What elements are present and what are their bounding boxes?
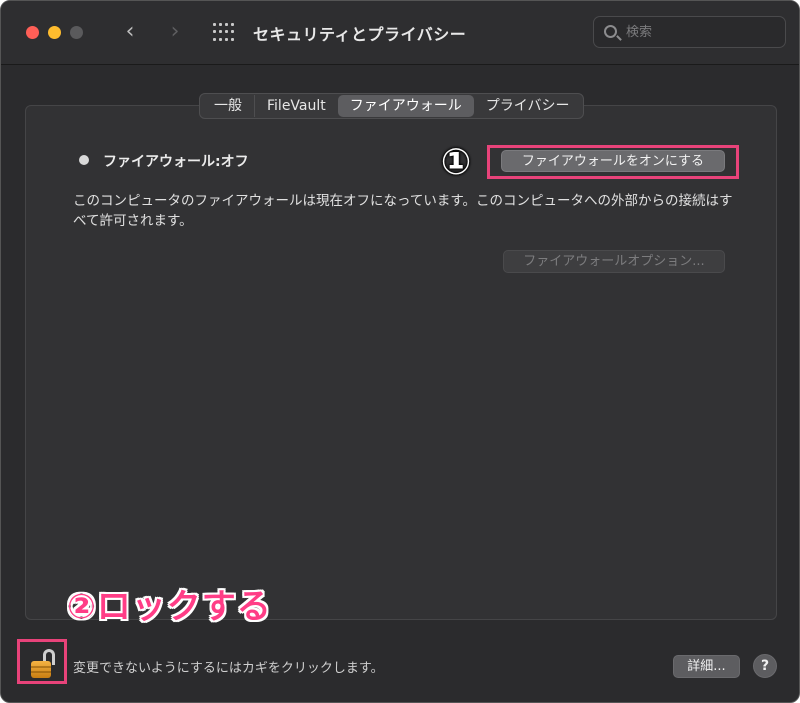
firewall-status-label: ファイアウォール:オフ: [103, 154, 249, 170]
tab-privacy[interactable]: プライバシー: [474, 95, 582, 117]
titlebar: ‹ › セキュリティとプライバシー: [1, 1, 799, 65]
zoom-window-button[interactable]: [70, 26, 83, 39]
unlocked-padlock-icon[interactable]: [31, 649, 55, 679]
firewall-panel: [25, 105, 777, 620]
annotation-step-1: ①: [440, 142, 472, 183]
annotation-step-2: ②ロックする: [67, 587, 272, 627]
help-button[interactable]: ?: [753, 654, 777, 678]
minimize-window-button[interactable]: [48, 26, 61, 39]
search-icon: [604, 25, 617, 38]
firewall-description: このコンピュータのファイアウォールは現在オフになっています。このコンピュータへの…: [73, 193, 733, 229]
firewall-options-button[interactable]: ファイアウォールオプション...: [503, 250, 725, 273]
show-all-grid-icon[interactable]: [213, 23, 234, 43]
search-box[interactable]: [593, 16, 786, 48]
chevron-left-icon[interactable]: ‹: [119, 19, 141, 45]
chevron-right-icon[interactable]: ›: [164, 19, 186, 45]
turn-on-firewall-button[interactable]: ファイアウォールをオンにする: [501, 150, 725, 172]
close-window-button[interactable]: [26, 26, 39, 39]
tab-bar: 一般 FileVault ファイアウォール プライバシー: [199, 93, 585, 119]
firewall-status-indicator: [79, 155, 89, 165]
tab-firewall[interactable]: ファイアウォール: [337, 95, 474, 117]
search-input[interactable]: [626, 22, 776, 42]
tab-filevault[interactable]: FileVault: [255, 95, 338, 117]
details-button[interactable]: 詳細...: [673, 655, 740, 678]
tab-general[interactable]: 一般: [202, 95, 255, 117]
lock-hint-text: 変更できないようにするにはカギをクリックします。: [73, 661, 384, 676]
window-title: セキュリティとプライバシー: [253, 25, 467, 44]
preferences-window: ‹ › セキュリティとプライバシー 一般 FileVault ファイアウォール …: [0, 0, 800, 703]
